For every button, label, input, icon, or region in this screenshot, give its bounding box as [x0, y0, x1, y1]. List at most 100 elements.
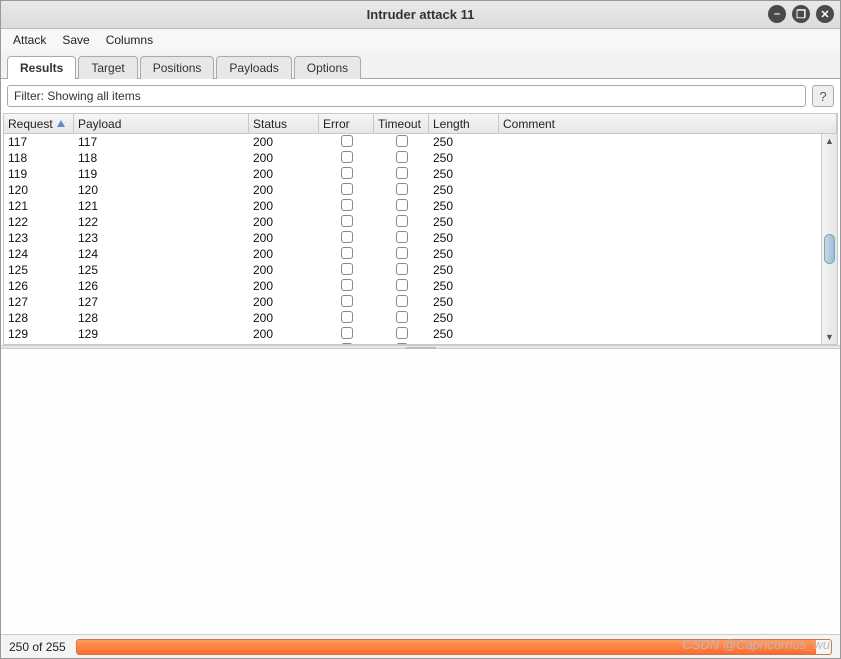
- checkbox-icon: [341, 199, 353, 211]
- col-timeout[interactable]: Timeout: [374, 114, 429, 133]
- table-row[interactable]: 122122200250: [4, 214, 821, 230]
- results-table: Request Payload Status Error Timeout Len…: [3, 113, 838, 345]
- checkbox-icon: [396, 231, 408, 243]
- table-row[interactable]: 119119200250: [4, 166, 821, 182]
- pane-splitter[interactable]: [1, 345, 840, 349]
- cell-status: 200: [249, 343, 319, 344]
- checkbox-icon: [341, 247, 353, 259]
- cell-timeout: [374, 263, 429, 278]
- cell-payload: 125: [74, 263, 249, 277]
- checkbox-icon: [396, 199, 408, 211]
- tab-options[interactable]: Options: [294, 56, 361, 79]
- maximize-icon[interactable]: ❐: [792, 5, 810, 23]
- help-icon[interactable]: ?: [812, 85, 834, 107]
- col-payload[interactable]: Payload: [74, 114, 249, 133]
- cell-length: 250: [429, 263, 499, 277]
- cell-request: 128: [4, 311, 74, 325]
- cell-error: [319, 311, 374, 326]
- cell-payload: 123: [74, 231, 249, 245]
- cell-status: 200: [249, 279, 319, 293]
- cell-status: 200: [249, 263, 319, 277]
- progress-text: 250 of 255: [9, 640, 66, 654]
- tab-results[interactable]: Results: [7, 56, 76, 79]
- checkbox-icon: [341, 231, 353, 243]
- window-controls: – ❐ ✕: [768, 5, 834, 23]
- table-row[interactable]: 125125200250: [4, 262, 821, 278]
- menubar: Attack Save Columns: [1, 29, 840, 51]
- table-row[interactable]: 126126200250: [4, 278, 821, 294]
- table-row[interactable]: 128128200250: [4, 310, 821, 326]
- cell-error: [319, 167, 374, 182]
- cell-error: [319, 151, 374, 166]
- cell-request: 124: [4, 247, 74, 261]
- table-row[interactable]: 129129200250: [4, 326, 821, 342]
- table-row[interactable]: 121121200250: [4, 198, 821, 214]
- col-request[interactable]: Request: [4, 114, 74, 133]
- detail-pane: [1, 349, 840, 634]
- table-row[interactable]: 123123200250: [4, 230, 821, 246]
- cell-status: 200: [249, 311, 319, 325]
- checkbox-icon: [396, 311, 408, 323]
- tab-target[interactable]: Target: [78, 56, 137, 79]
- window-title: Intruder attack 11: [367, 7, 475, 22]
- cell-length: 250: [429, 247, 499, 261]
- cell-payload: 130: [74, 343, 249, 344]
- cell-timeout: [374, 135, 429, 150]
- cell-request: 123: [4, 231, 74, 245]
- cell-status: 200: [249, 151, 319, 165]
- cell-error: [319, 135, 374, 150]
- table-row[interactable]: 130130200250: [4, 342, 821, 344]
- cell-request: 120: [4, 183, 74, 197]
- cell-payload: 126: [74, 279, 249, 293]
- cell-request: 119: [4, 167, 74, 181]
- cell-request: 125: [4, 263, 74, 277]
- table-row[interactable]: 120120200250: [4, 182, 821, 198]
- cell-length: 250: [429, 215, 499, 229]
- cell-length: 250: [429, 135, 499, 149]
- cell-error: [319, 183, 374, 198]
- table-row[interactable]: 124124200250: [4, 246, 821, 262]
- menu-attack[interactable]: Attack: [7, 31, 52, 49]
- col-length[interactable]: Length: [429, 114, 499, 133]
- checkbox-icon: [341, 183, 353, 195]
- cell-payload: 129: [74, 327, 249, 341]
- checkbox-icon: [341, 263, 353, 275]
- cell-status: 200: [249, 247, 319, 261]
- table-body: 1171172002501181182002501191192002501201…: [4, 134, 821, 344]
- table-row[interactable]: 117117200250: [4, 134, 821, 150]
- cell-request: 130: [4, 343, 74, 344]
- checkbox-icon: [341, 151, 353, 163]
- cell-payload: 124: [74, 247, 249, 261]
- cell-payload: 122: [74, 215, 249, 229]
- vertical-scrollbar[interactable]: ▲ ▼: [821, 134, 837, 344]
- checkbox-icon: [341, 327, 353, 339]
- intruder-attack-window: Intruder attack 11 – ❐ ✕ Attack Save Col…: [0, 0, 841, 659]
- col-status[interactable]: Status: [249, 114, 319, 133]
- cell-request: 127: [4, 295, 74, 309]
- cell-timeout: [374, 311, 429, 326]
- menu-columns[interactable]: Columns: [100, 31, 159, 49]
- cell-request: 118: [4, 151, 74, 165]
- cell-timeout: [374, 327, 429, 342]
- col-error[interactable]: Error: [319, 114, 374, 133]
- tab-payloads[interactable]: Payloads: [216, 56, 291, 79]
- table-row[interactable]: 118118200250: [4, 150, 821, 166]
- cell-status: 200: [249, 183, 319, 197]
- cell-error: [319, 263, 374, 278]
- minimize-icon[interactable]: –: [768, 5, 786, 23]
- cell-status: 200: [249, 135, 319, 149]
- menu-save[interactable]: Save: [56, 31, 95, 49]
- filter-box[interactable]: Filter: Showing all items: [7, 85, 806, 107]
- col-comment[interactable]: Comment: [499, 114, 837, 133]
- cell-status: 200: [249, 327, 319, 341]
- checkbox-icon: [341, 295, 353, 307]
- close-icon[interactable]: ✕: [816, 5, 834, 23]
- scroll-up-icon[interactable]: ▲: [822, 134, 837, 148]
- scroll-down-icon[interactable]: ▼: [822, 330, 837, 344]
- cell-length: 250: [429, 279, 499, 293]
- tab-positions[interactable]: Positions: [140, 56, 215, 79]
- checkbox-icon: [341, 167, 353, 179]
- table-row[interactable]: 127127200250: [4, 294, 821, 310]
- scroll-thumb[interactable]: [824, 234, 835, 264]
- cell-status: 200: [249, 167, 319, 181]
